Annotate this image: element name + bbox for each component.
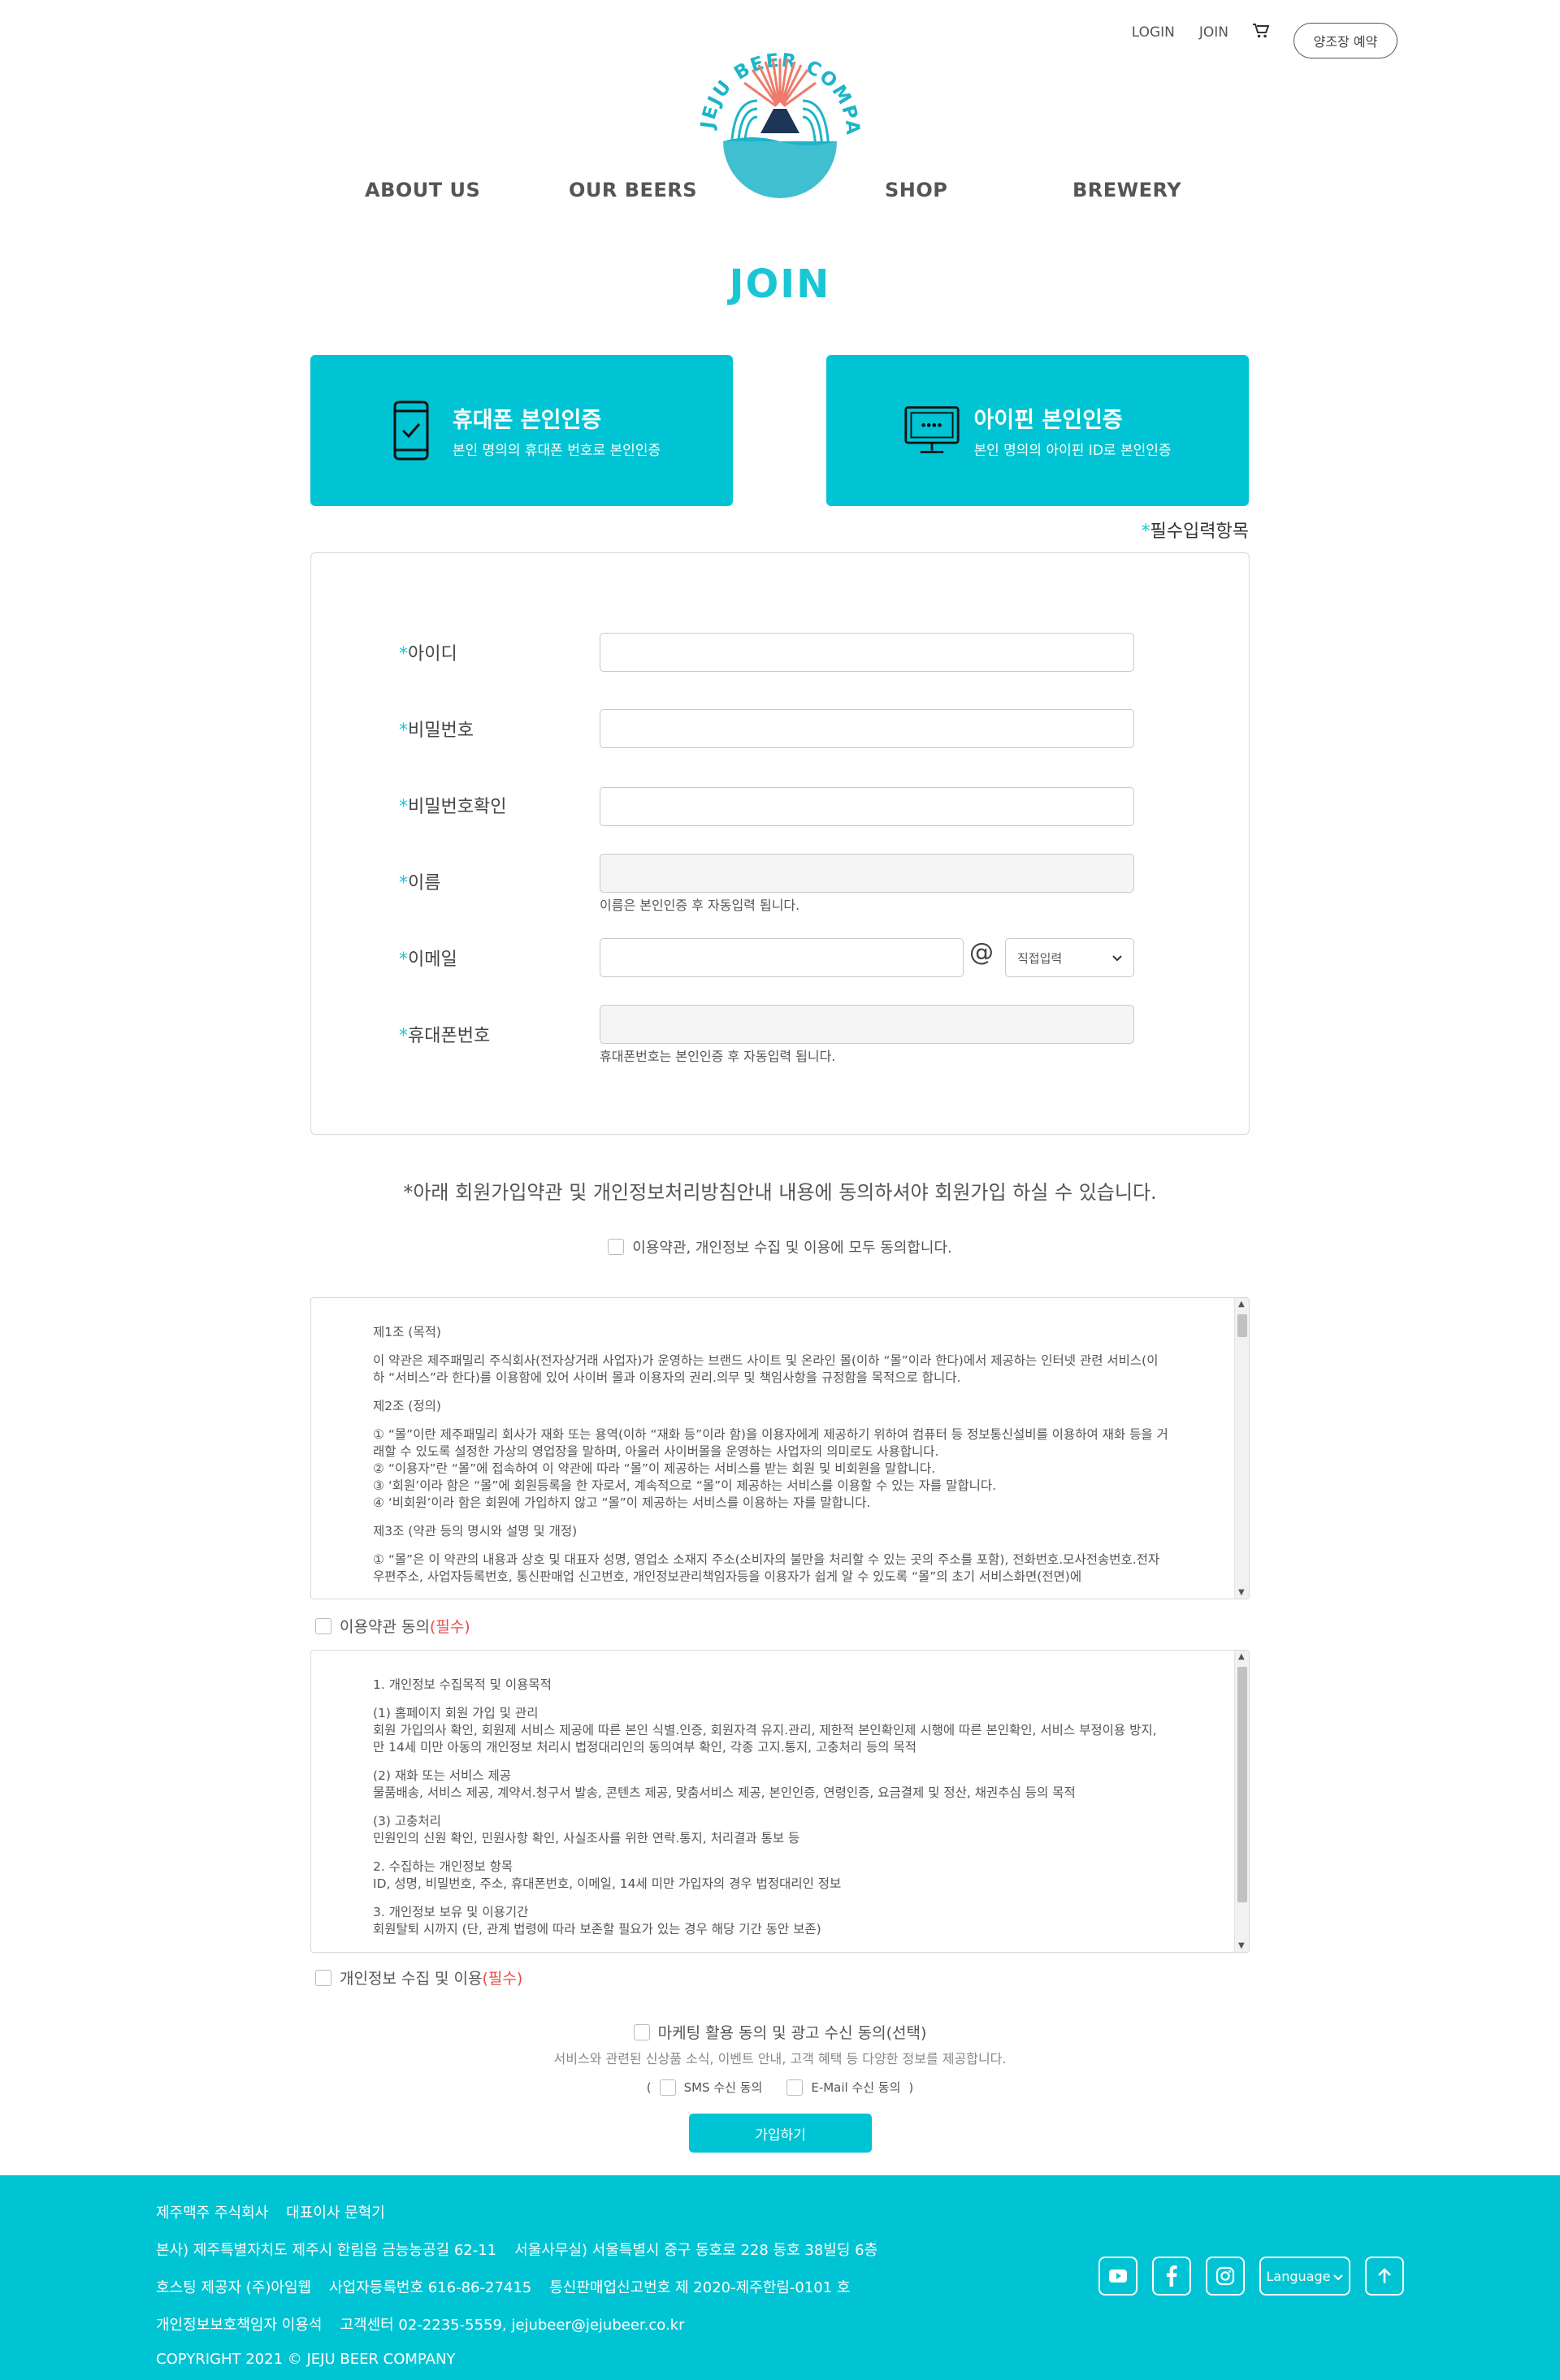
email-at-sign: @ xyxy=(969,938,994,967)
required-note-text: 필수입력항목 xyxy=(1150,521,1249,542)
privacy-policy-box[interactable]: 1. 개인정보 수집목적 및 이용목적 (1) 홈페이지 회원 가입 및 관리 … xyxy=(310,1650,1250,1953)
terms-agree-row: 이용약관 동의(필수) xyxy=(315,1615,470,1637)
phone-label: *휴대폰번호 xyxy=(399,1026,491,1046)
footer-copyright: COPYRIGHT 2021 © JEJU BEER COMPANY xyxy=(156,2351,456,2368)
name-help-text: 이름은 본인인증 후 자동입력 됩니다. xyxy=(600,898,800,913)
sms-consent-label: SMS 수신 동의 xyxy=(683,2080,763,2095)
cart-icon[interactable] xyxy=(1253,23,1270,42)
footer-biz-number: 사업자등록번호 616-86-27415 xyxy=(329,2279,532,2296)
password-confirm-label: *비밀번호확인 xyxy=(399,797,507,817)
footer-company: 제주맥주 주식회사 xyxy=(156,2205,269,2222)
footer-privacy-officer: 개인정보보호책임자 이용석 xyxy=(156,2317,323,2334)
email-label: *이메일 xyxy=(399,950,457,970)
scroll-down-icon: ▼ xyxy=(1238,1941,1245,1950)
jeju-beer-logo[interactable]: JEJU BEER COMPANY xyxy=(690,0,861,206)
signup-form: *아이디 *비밀번호 *비밀번호확인 *이름 이름은 본인인증 후 자동입력 됩… xyxy=(310,552,1250,1135)
chevron-down-icon xyxy=(1112,950,1122,965)
ipin-verification-desc: 본인 명의의 아이핀 ID로 본인인증 xyxy=(973,443,1172,459)
login-link[interactable]: LOGIN xyxy=(1132,24,1175,41)
monitor-pin-icon xyxy=(904,398,960,463)
privacy-text: 1. 개인정보 수집목적 및 이용목적 (1) 홈페이지 회원 가입 및 관리 … xyxy=(373,1677,1157,1936)
nav-about-us[interactable]: ABOUT US xyxy=(365,179,480,201)
name-label: *이름 xyxy=(399,873,441,894)
scroll-up-icon: ▲ xyxy=(1238,1300,1245,1309)
agreement-notice: *아래 회원가입약관 및 개인정보처리방침안내 내용에 동의하셔야 회원가입 하… xyxy=(403,1181,1157,1204)
email-consent-checkbox[interactable] xyxy=(786,2079,804,2096)
password-input[interactable] xyxy=(600,709,1134,748)
main-navigation: ABOUT US OUR BEERS SHOP BREWERY xyxy=(0,179,1560,211)
footer-hosting: 호스팅 제공자 (주)아임웹 xyxy=(156,2279,312,2296)
privacy-agree-label: 개인정보 수집 및 이용(필수) xyxy=(340,1970,523,1988)
nav-brewery[interactable]: BREWERY xyxy=(1072,179,1181,201)
signup-submit-button[interactable]: 가입하기 xyxy=(689,2114,872,2153)
page-title: JOIN xyxy=(729,262,831,307)
footer-hq-address: 본사) 제주특별자치도 제주시 한림읍 금능농공길 62-11 xyxy=(156,2242,497,2259)
footer-seoul-address: 서울사무실) 서울특별시 중구 동호로 228 동호 38빌딩 6층 xyxy=(514,2242,878,2259)
privacy-agree-row: 개인정보 수집 및 이용(필수) xyxy=(315,1967,522,1988)
footer-links: Language xyxy=(1098,2257,1404,2296)
join-link[interactable]: JOIN xyxy=(1199,24,1228,41)
instagram-icon[interactable] xyxy=(1206,2257,1245,2296)
ipin-verification-button[interactable]: 아이핀 본인인증 본인 명의의 아이핀 ID로 본인인증 xyxy=(826,355,1249,506)
email-domain-select[interactable]: 직접입력 xyxy=(1005,938,1134,977)
required-star: * xyxy=(1141,521,1150,542)
smartphone-check-icon xyxy=(383,398,440,463)
footer-ceo: 대표이사 문혁기 xyxy=(286,2205,385,2222)
marketing-consent: 마케팅 활용 동의 및 광고 수신 동의(선택) 서비스와 관련된 신상품 소식… xyxy=(0,2021,1560,2096)
sms-consent-checkbox[interactable] xyxy=(659,2079,676,2096)
terms-agree-label: 이용약관 동의(필수) xyxy=(340,1618,470,1636)
required-fields-note: *필수입력항목 xyxy=(1142,517,1249,543)
scroll-up-icon: ▲ xyxy=(1238,1652,1245,1661)
agree-all-label: 이용약관, 개인정보 수집 및 이용에 모두 동의합니다. xyxy=(632,1240,952,1257)
phone-verification-title: 휴대폰 본인인증 xyxy=(452,408,602,433)
terms-scrollbar[interactable]: ▲ ▼ xyxy=(1234,1298,1249,1599)
brewery-reservation-button[interactable]: 양조장 예약 xyxy=(1294,23,1398,58)
chevron-down-icon xyxy=(1333,2269,1344,2284)
arrow-up-icon[interactable] xyxy=(1365,2257,1404,2296)
id-label: *아이디 xyxy=(399,644,457,664)
name-input[interactable] xyxy=(600,854,1134,893)
marketing-checkbox[interactable] xyxy=(633,2023,650,2040)
id-input[interactable] xyxy=(600,633,1134,672)
email-id-input[interactable] xyxy=(600,938,964,977)
ipin-verification-title: 아이핀 본인인증 xyxy=(973,408,1123,433)
email-consent-label: E-Mail 수신 동의 xyxy=(811,2080,901,2095)
nav-our-beers[interactable]: OUR BEERS xyxy=(569,179,697,201)
facebook-icon[interactable] xyxy=(1152,2257,1191,2296)
phone-verification-button[interactable]: 휴대폰 본인인증 본인 명의의 휴대폰 번호로 본인인증 xyxy=(310,355,733,506)
marketing-label: 마케팅 활용 동의 및 광고 수신 동의(선택) xyxy=(657,2024,927,2042)
phone-verification-desc: 본인 명의의 휴대폰 번호로 본인인증 xyxy=(452,443,661,459)
agree-all-row: 이용약관, 개인정보 수집 및 이용에 모두 동의합니다. xyxy=(0,1236,1560,1257)
language-select[interactable]: Language xyxy=(1259,2257,1350,2296)
footer-customer-center: 고객센터 02-2235-5559, jejubeer@jejubeer.co.… xyxy=(340,2317,685,2334)
privacy-agree-checkbox[interactable] xyxy=(315,1969,332,1986)
terms-agree-checkbox[interactable] xyxy=(315,1617,332,1634)
password-confirm-input[interactable] xyxy=(600,787,1134,826)
agree-all-checkbox[interactable] xyxy=(608,1239,625,1255)
password-label: *비밀번호 xyxy=(399,720,474,741)
footer-mail-order: 통신판매업신고번호 제 2020-제주한림-0101 호 xyxy=(549,2279,851,2296)
nav-shop[interactable]: SHOP xyxy=(885,179,947,201)
phone-help-text: 휴대폰번호는 본인인증 후 자동입력 됩니다. xyxy=(600,1049,836,1064)
privacy-scrollbar[interactable]: ▲ ▼ xyxy=(1234,1651,1249,1952)
scroll-down-icon: ▼ xyxy=(1238,1588,1245,1597)
marketing-description: 서비스와 관련된 신상품 소식, 이벤트 안내, 고객 혜택 등 다양한 정보를… xyxy=(553,2051,1007,2066)
footer: 제주맥주 주식회사 대표이사 문혁기 본사) 제주특별자치도 제주시 한림읍 금… xyxy=(0,2175,1560,2380)
terms-text: 제1조 (목적) 이 약관은 제주패밀리 주식회사(전자상거래 사업자)가 운영… xyxy=(373,1325,1168,1584)
phone-input[interactable] xyxy=(600,1005,1134,1044)
terms-of-service-box[interactable]: 제1조 (목적) 이 약관은 제주패밀리 주식회사(전자상거래 사업자)가 운영… xyxy=(310,1297,1250,1599)
youtube-icon[interactable] xyxy=(1098,2257,1138,2296)
